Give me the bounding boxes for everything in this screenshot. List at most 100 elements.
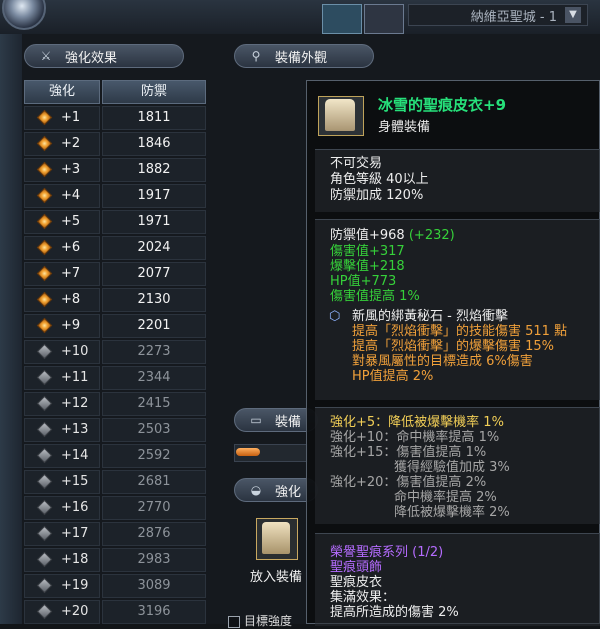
gem-title: 新風的綁黃秘石 - 烈焰衝擊 — [352, 309, 508, 324]
enhance-level: +20 — [61, 604, 89, 619]
table-row: +6 2024 — [24, 236, 206, 260]
strengthen-title: 強化 — [275, 484, 302, 500]
diamond-gem-icon — [36, 135, 53, 152]
table-row: +9 2201 — [24, 314, 206, 338]
defense-value-cell: 2415 — [102, 392, 206, 416]
enhance-level: +12 — [61, 396, 89, 411]
enhance-level-cell: +9 — [24, 314, 100, 338]
bag-icon: ◒ — [250, 483, 262, 497]
gem-line: 提高「烈焰衝擊」的爆擊傷害 15% — [352, 339, 555, 354]
table-row: +11 2344 — [24, 366, 206, 390]
enhance-effect-header: ⚔ 強化效果 — [24, 44, 184, 68]
enhance-level: +13 — [61, 422, 89, 437]
magnifier-icon: ⚲ — [251, 49, 261, 63]
basic-line: 防禦加成 120% — [330, 188, 424, 203]
defense-value-cell: 2273 — [102, 340, 206, 364]
enhance-level: +9 — [61, 318, 81, 333]
column-header-enhance: 強化 — [24, 80, 100, 104]
defense-value-cell: 2876 — [102, 522, 206, 546]
enhance-level-cell: +15 — [24, 470, 100, 494]
table-row: +4 1917 — [24, 184, 206, 208]
enhance-level-cell: +7 — [24, 262, 100, 286]
defense-value-cell: 2770 — [102, 496, 206, 520]
enhance-level: +18 — [61, 552, 89, 567]
diamond-gem-icon — [36, 447, 53, 464]
set-effect-label: 集滿效果： — [330, 590, 396, 605]
enhance-level-cell: +4 — [24, 184, 100, 208]
enhance-level: +10 — [61, 344, 89, 359]
target-strength-label: 目標強度 — [244, 614, 293, 628]
table-row: +19 3089 — [24, 574, 206, 598]
defense-value-cell: 2681 — [102, 470, 206, 494]
enhance-level: +17 — [61, 526, 89, 541]
top-skill-slot[interactable] — [322, 4, 362, 34]
diamond-gem-icon — [36, 369, 53, 386]
enhance-level: +5 — [61, 214, 81, 229]
defense-value-cell: 1917 — [102, 184, 206, 208]
armor-icon — [262, 522, 290, 554]
enhance-level: +3 — [61, 162, 81, 177]
diamond-gem-icon — [36, 421, 53, 438]
diamond-gem-icon — [36, 161, 53, 178]
enhance-level-cell: +8 — [24, 288, 100, 312]
defense-value-cell: 1971 — [102, 210, 206, 234]
enhance-level-cell: +17 — [24, 522, 100, 546]
diamond-gem-icon — [36, 109, 53, 126]
enhance-level-cell: +1 — [24, 106, 100, 130]
gem-line: 提高「烈焰衝擊」的技能傷害 511 點 — [352, 324, 568, 339]
place-equipment-label: 放入裝備 — [250, 570, 303, 585]
defense-value-cell: 2201 — [102, 314, 206, 338]
enhance-level-cell: +10 — [24, 340, 100, 364]
defense-value-cell: 2592 — [102, 444, 206, 468]
enhance-level: +7 — [61, 266, 81, 281]
basic-line: 角色等級 40以上 — [330, 172, 429, 187]
table-row: +3 1882 — [24, 158, 206, 182]
server-select[interactable]: 納維亞聖城 - 1 ▼ — [408, 4, 588, 26]
diamond-gem-icon — [36, 343, 53, 360]
diamond-gem-icon — [36, 499, 53, 516]
defense-value-cell: 2024 — [102, 236, 206, 260]
equipment-look-title: 裝備外觀 — [275, 50, 328, 66]
window-left-frame — [0, 34, 22, 624]
defense-value: 防禦值+968 — [330, 228, 405, 243]
set-item: 聖痕皮衣 — [330, 575, 383, 590]
table-row: +18 2983 — [24, 548, 206, 572]
diamond-gem-icon — [36, 239, 53, 256]
table-row: +1 1811 — [24, 106, 206, 130]
table-row: +5 1971 — [24, 210, 206, 234]
table-row: +7 2077 — [24, 262, 206, 286]
hexagon-gem-icon: ⬡ — [329, 309, 341, 324]
defense-value-cell: 2130 — [102, 288, 206, 312]
book-icon: ▭ — [250, 413, 262, 427]
basic-line: 不可交易 — [330, 156, 383, 171]
enhance-level: +8 — [61, 292, 81, 307]
defense-value-cell: 2344 — [102, 366, 206, 390]
top-skill-slot[interactable] — [364, 4, 404, 34]
enhance-level-cell: +18 — [24, 548, 100, 572]
table-row: +17 2876 — [24, 522, 206, 546]
equip-progress-fill — [236, 448, 260, 456]
enhance-effect-line: 強化+15：傷害值提高 1% — [330, 445, 487, 460]
column-header-defense: 防禦 — [102, 80, 206, 104]
enhance-level-cell: +11 — [24, 366, 100, 390]
target-strength-checkbox[interactable] — [228, 616, 240, 628]
table-row: +2 1846 — [24, 132, 206, 156]
chevron-down-icon[interactable]: ▼ — [565, 7, 581, 23]
table-row: +13 2503 — [24, 418, 206, 442]
item-type: 身體裝備 — [378, 120, 431, 135]
diamond-gem-icon — [36, 213, 53, 230]
stat-line: HP值+773 — [330, 274, 397, 289]
equip-title: 裝備 — [275, 414, 302, 430]
sword-icon: ⚔ — [40, 49, 52, 63]
enhance-level: +11 — [61, 370, 89, 385]
stat-line: 傷害值提高 1% — [330, 289, 420, 304]
enhance-level-cell: +16 — [24, 496, 100, 520]
enhance-effect-title: 強化效果 — [65, 50, 118, 66]
table-row: +14 2592 — [24, 444, 206, 468]
table-row: +8 2130 — [24, 288, 206, 312]
enhance-level-cell: +2 — [24, 132, 100, 156]
enhance-effect-line: 獲得經驗值加成 3% — [394, 460, 510, 475]
enhance-level: +16 — [61, 500, 89, 515]
enhance-level-cell: +5 — [24, 210, 100, 234]
enhance-level-cell: +14 — [24, 444, 100, 468]
